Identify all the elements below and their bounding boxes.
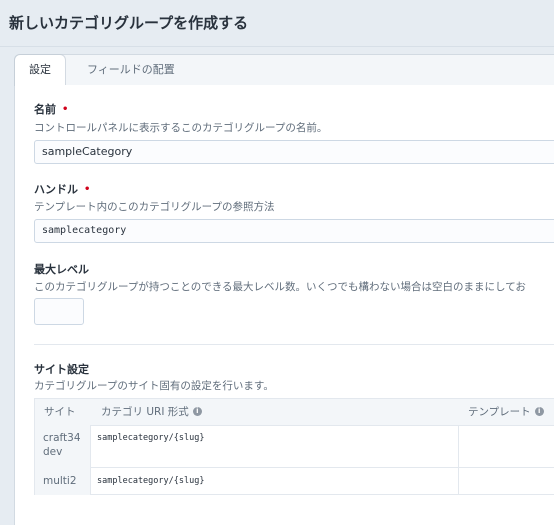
column-header-uri-format-text: カテゴリ URI 形式: [101, 406, 189, 418]
section-divider: [34, 344, 554, 345]
handle-label: ハンドル •: [34, 181, 90, 197]
table-row: multi2 samplecategory/{slug}: [35, 467, 554, 495]
column-header-site: サイト: [44, 406, 76, 418]
required-indicator: •: [62, 104, 69, 115]
site-name-continued: dev: [43, 446, 63, 458]
site-name: craft34: [43, 432, 81, 444]
required-indicator: •: [84, 184, 91, 195]
name-label: 名前 •: [34, 101, 68, 117]
max-levels-help: このカテゴリグループが持つことのできる最大レベル数。いくつでも構わない場合は空白…: [34, 281, 526, 293]
tab-field-layout[interactable]: フィールドの配置: [73, 55, 189, 85]
site-settings-table: サイト カテゴリ URI 形式 i テンプレート i craft34 dev sam…: [34, 398, 554, 495]
handle-help: テンプレート内のこのカテゴリグループの参照方法: [34, 201, 275, 213]
uri-format-input[interactable]: samplecategory/{slug}: [97, 433, 204, 443]
template-column-divider: [458, 425, 459, 495]
uri-format-input[interactable]: samplecategory/{slug}: [97, 476, 204, 486]
info-icon[interactable]: i: [534, 406, 544, 416]
handle-label-text: ハンドル: [34, 183, 78, 196]
tab-settings[interactable]: 設定: [15, 55, 65, 85]
page-title: 新しいカテゴリグループを作成する: [9, 14, 249, 32]
site-cell: multi2: [35, 467, 91, 495]
max-levels-input[interactable]: [34, 298, 84, 325]
site-cell: craft34 dev: [35, 425, 91, 467]
name-help: コントロールパネルに表示するこのカテゴリグループの名前。: [34, 122, 328, 134]
table-header: サイト カテゴリ URI 形式 i テンプレート i: [35, 399, 554, 426]
column-header-uri-format: カテゴリ URI 形式 i: [101, 399, 202, 425]
max-levels-label: 最大レベル: [34, 263, 89, 276]
header-divider: [0, 46, 554, 47]
column-header-template: テンプレート i: [468, 399, 544, 425]
name-label-text: 名前: [34, 103, 56, 116]
handle-input[interactable]: samplecategory: [34, 219, 554, 243]
site-name: multi2: [43, 475, 77, 487]
site-settings-help: カテゴリグループのサイト固有の設定を行います。: [34, 380, 274, 392]
info-icon[interactable]: i: [192, 406, 202, 416]
name-input[interactable]: sampleCategory: [34, 140, 554, 164]
column-header-template-text: テンプレート: [468, 406, 531, 418]
table-row: craft34 dev samplecategory/{slug}: [35, 425, 554, 468]
site-settings-label: サイト設定: [34, 363, 89, 376]
